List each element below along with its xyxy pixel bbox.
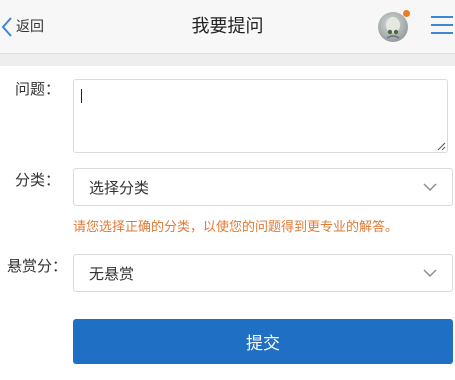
hamburger-menu-icon	[431, 16, 453, 18]
section-divider	[0, 54, 455, 66]
resize-handle-icon[interactable]	[437, 142, 446, 151]
page: 返回 我要提问 问题： 分类： 选择分类 请您选择正确的分类，以使您的问题得到更…	[0, 0, 455, 380]
text-cursor	[81, 89, 82, 103]
avatar-figure-icon	[386, 17, 400, 39]
chevron-down-icon	[423, 269, 437, 277]
question-label: 问题：	[15, 80, 61, 98]
avatar[interactable]	[378, 10, 410, 42]
avatar-image	[378, 12, 408, 42]
category-hint: 请您选择正确的分类，以使您的问题得到更专业的解答。	[73, 220, 399, 235]
submit-button[interactable]: 提交	[73, 319, 453, 364]
category-selected-value: 选择分类	[89, 178, 150, 197]
menu-button[interactable]	[431, 16, 453, 36]
notification-dot	[403, 10, 410, 17]
reward-select[interactable]: 无悬赏	[73, 254, 453, 292]
category-select[interactable]: 选择分类	[73, 168, 453, 206]
top-bar: 返回 我要提问	[0, 0, 455, 54]
chevron-down-icon	[423, 183, 437, 191]
reward-selected-value: 无悬赏	[89, 264, 135, 283]
category-label: 分类：	[15, 171, 61, 189]
reward-label: 悬赏分：	[7, 257, 68, 275]
question-input[interactable]	[73, 79, 448, 153]
